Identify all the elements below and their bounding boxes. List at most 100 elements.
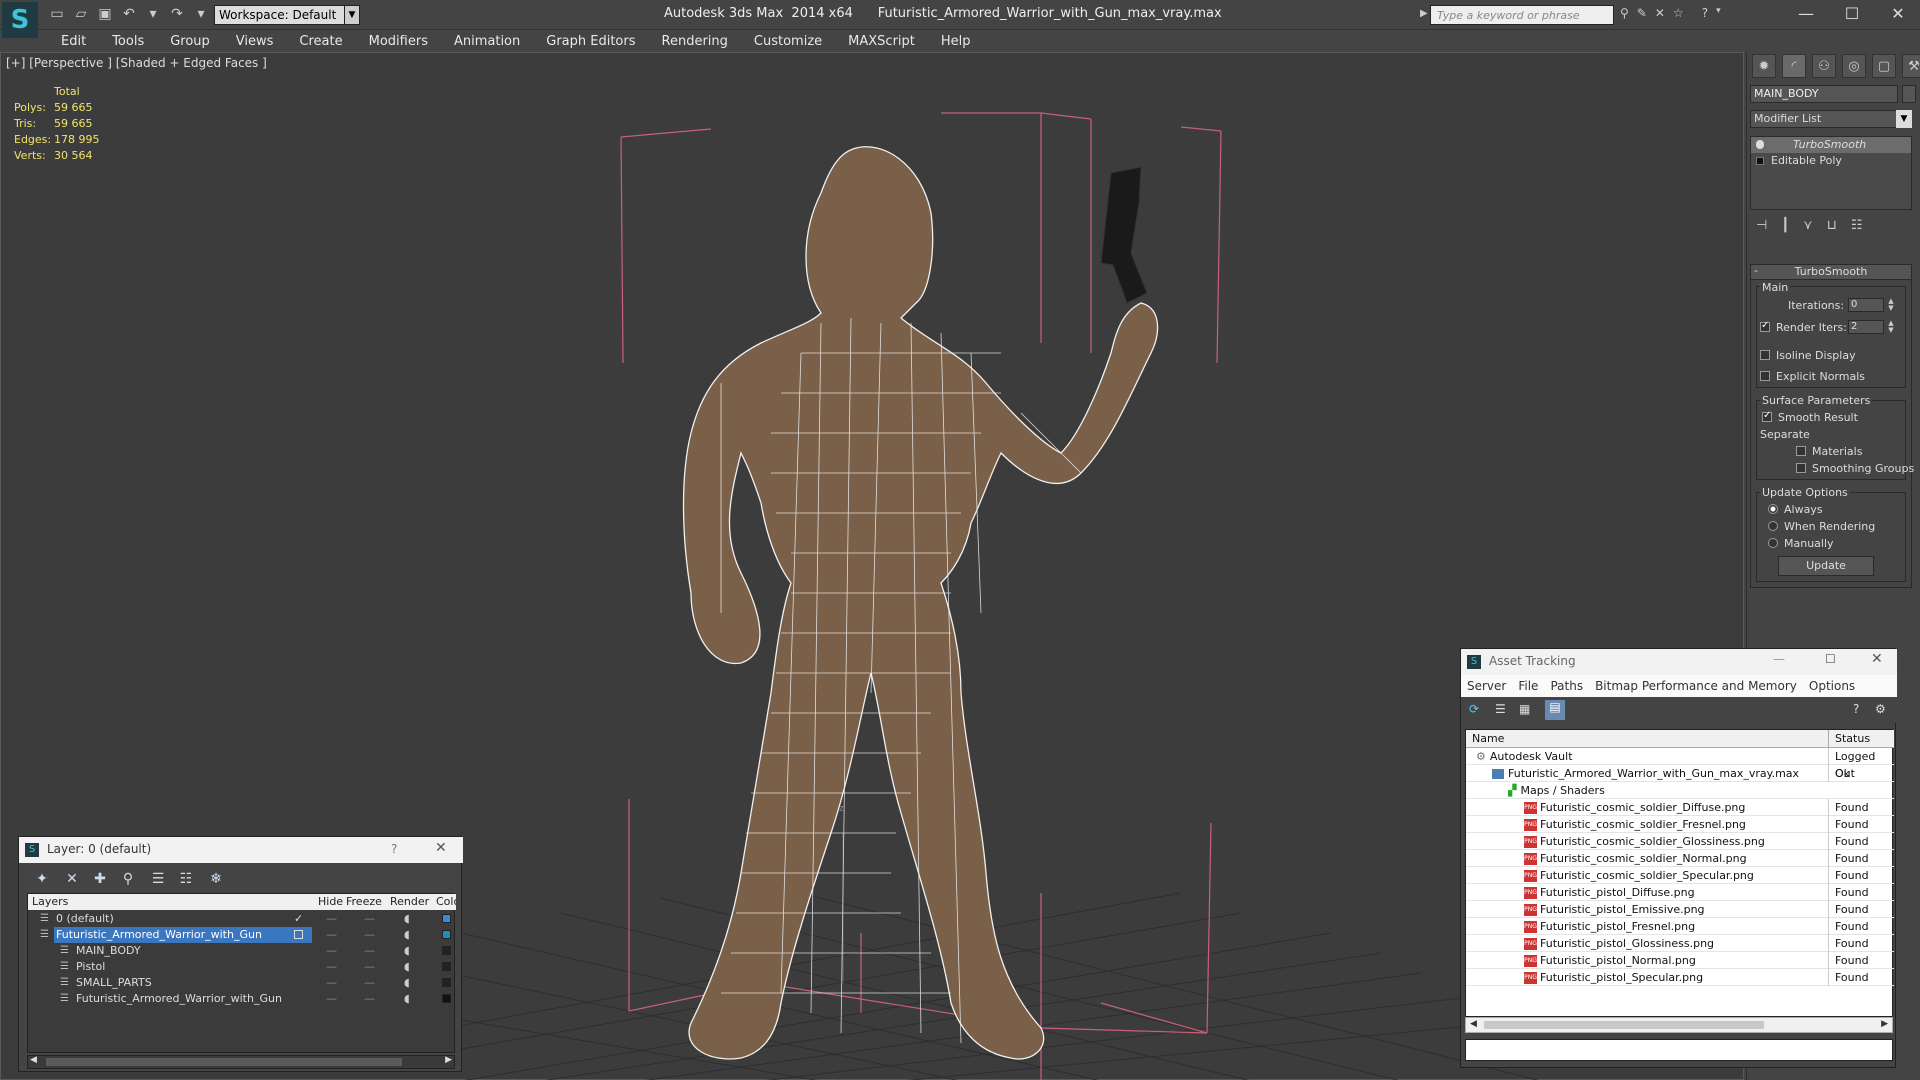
workspace-dropdown-icon[interactable]: ▼ [344, 5, 360, 25]
iterations-spin-arrows-icon[interactable]: ▲ ▼ [1886, 298, 1896, 312]
freeze-toggle-icon[interactable]: — [364, 943, 375, 959]
layer-row[interactable]: ☰ SMALL_PARTS — — ◖ [28, 975, 456, 991]
list-view-icon[interactable]: ☰ [1495, 702, 1506, 716]
redo-dropdown-icon[interactable]: ▾ [192, 5, 210, 23]
manually-radio[interactable] [1768, 538, 1778, 548]
smoothing-groups-checkbox[interactable] [1796, 463, 1806, 473]
menu-help[interactable]: Help [928, 34, 984, 49]
show-end-result-icon[interactable]: ┃ [1781, 218, 1789, 233]
asset-help-icon[interactable]: ? [1853, 702, 1859, 716]
hide-toggle-icon[interactable]: — [326, 927, 337, 943]
communication-icon[interactable]: ✕ [1655, 6, 1665, 20]
col-hide[interactable]: Hide [318, 895, 343, 908]
stack-item-editable-poly[interactable]: Editable Poly [1751, 153, 1911, 169]
render-teapot-icon[interactable]: ◖ [404, 943, 410, 959]
motion-tab-icon[interactable]: ◎ [1842, 54, 1866, 78]
close-button[interactable]: ✕ [1874, 0, 1920, 26]
subscription-icon[interactable]: ✎ [1637, 6, 1647, 20]
menu-edit[interactable]: Edit [48, 34, 99, 49]
render-iters-spin-arrows-icon[interactable]: ▲ ▼ [1886, 320, 1896, 334]
render-iters-checkbox[interactable] [1760, 320, 1770, 332]
hide-toggle-icon[interactable]: — [326, 943, 337, 959]
layers-horizontal-scrollbar[interactable]: ◀ ▶ [27, 1055, 455, 1069]
hide-toggle-icon[interactable]: — [326, 911, 337, 927]
favorites-star-icon[interactable]: ☆ [1673, 6, 1684, 20]
new-file-icon[interactable]: ▭ [48, 5, 66, 23]
render-teapot-icon[interactable]: ◖ [404, 975, 410, 991]
menu-customize[interactable]: Customize [741, 34, 835, 49]
menu-modifiers[interactable]: Modifiers [356, 34, 441, 49]
select-in-layer-icon[interactable]: ⚲ [117, 869, 139, 889]
minimize-button[interactable]: — [1782, 0, 1830, 26]
explicit-normals-checkbox[interactable] [1760, 371, 1770, 381]
hide-toggle-icon[interactable]: — [326, 991, 337, 1007]
table-view-icon[interactable]: ▤ [1545, 700, 1565, 720]
when-rendering-radio[interactable] [1768, 521, 1778, 531]
help-dropdown-icon[interactable]: ▾ [1716, 6, 1721, 20]
layer-color-swatch[interactable] [442, 962, 451, 971]
thumbnail-view-icon[interactable]: ▦ [1519, 702, 1530, 716]
asset-row[interactable]: Futuristic_Armored_Warrior_with_Gun_max_… [1466, 765, 1894, 782]
col-render[interactable]: Render [390, 895, 429, 908]
freeze-toggle-icon[interactable]: — [364, 959, 375, 975]
freeze-toggle-icon[interactable]: — [364, 911, 375, 927]
freeze-all-layers-icon[interactable]: ❄ [205, 869, 227, 889]
asset-path-field[interactable] [1465, 1039, 1893, 1061]
asset-scroll-left-icon[interactable]: ◀ [1470, 1019, 1477, 1029]
asset-row[interactable]: PNG Futuristic_cosmic_soldier_Glossiness.… [1466, 833, 1894, 850]
menu-create[interactable]: Create [286, 34, 355, 49]
asset-row[interactable]: PNG Futuristic_pistol_Glossiness.png Found [1466, 935, 1894, 952]
layer-color-swatch[interactable] [442, 994, 451, 1003]
asset-row[interactable]: PNG Futuristic_cosmic_soldier_Normal.png F… [1466, 850, 1894, 867]
highlight-layer-icon[interactable]: ☰ [147, 869, 169, 889]
render-teapot-icon[interactable]: ◖ [404, 959, 410, 975]
undo-icon[interactable]: ↶ [120, 5, 138, 23]
asset-settings-icon[interactable]: ⚙ [1875, 702, 1886, 716]
col-freeze[interactable]: Freeze [346, 895, 382, 908]
layer-row[interactable]: ☰ Pistol — — ◖ [28, 959, 456, 975]
lightbulb-icon[interactable] [1756, 140, 1764, 149]
configure-modifier-sets-icon[interactable]: ☷ [1851, 218, 1863, 233]
render-iters-spinner[interactable]: 2 [1848, 320, 1884, 334]
layer-row[interactable]: ☰ 0 (default) ✓ — — ◖ [28, 911, 456, 927]
menu-animation[interactable]: Animation [441, 34, 533, 49]
freeze-toggle-icon[interactable]: — [364, 975, 375, 991]
create-layer-icon[interactable]: ✦ [31, 869, 53, 889]
hide-toggle-icon[interactable]: — [326, 975, 337, 991]
scroll-left-icon[interactable]: ◀ [30, 1055, 37, 1065]
iterations-spinner[interactable]: 0 [1848, 298, 1884, 312]
refresh-icon[interactable]: ⟳ [1469, 702, 1479, 716]
save-icon[interactable]: ▣ [96, 5, 114, 23]
layer-color-swatch[interactable] [442, 930, 451, 939]
always-radio[interactable] [1768, 504, 1778, 514]
col-color[interactable]: Colo [436, 895, 456, 908]
warrior-model[interactable] [682, 146, 1159, 1060]
isoline-display-checkbox[interactable] [1760, 350, 1770, 360]
asset-maximize-icon[interactable]: ☐ [1825, 652, 1836, 666]
asset-menu-options[interactable]: Options [1803, 679, 1861, 693]
freeze-toggle-icon[interactable]: — [364, 927, 375, 943]
layer-color-swatch[interactable] [442, 946, 451, 955]
col-status[interactable]: Status [1828, 730, 1876, 748]
layer-row[interactable]: ☰ MAIN_BODY — — ◖ [28, 943, 456, 959]
render-teapot-icon[interactable]: ◖ [404, 927, 410, 943]
pin-stack-icon[interactable]: ⊣ [1756, 218, 1767, 233]
rollout-collapse-icon[interactable]: - [1754, 264, 1758, 277]
asset-row[interactable]: PNG Futuristic_pistol_Emissive.png Found [1466, 901, 1894, 918]
materials-checkbox[interactable] [1796, 446, 1806, 456]
update-button[interactable]: Update [1778, 556, 1874, 576]
layer-color-swatch[interactable] [442, 914, 451, 923]
help-icon[interactable]: ? [1702, 6, 1708, 20]
redo-icon[interactable]: ↷ [168, 5, 186, 23]
asset-row[interactable]: PNG Futuristic_cosmic_soldier_Diffuse.png… [1466, 799, 1894, 816]
asset-row[interactable]: PNG Futuristic_cosmic_soldier_Fresnel.png… [1466, 816, 1894, 833]
object-name-field[interactable]: MAIN_BODY [1750, 85, 1898, 103]
scroll-thumb[interactable] [46, 1058, 402, 1066]
menu-maxscript[interactable]: MAXScript [835, 34, 928, 49]
menu-graph-editors[interactable]: Graph Editors [533, 34, 648, 49]
asset-menu-bitmap[interactable]: Bitmap Performance and Memory [1589, 679, 1803, 693]
viewport-label[interactable]: [+] [Perspective ] [Shaded + Edged Faces… [6, 56, 267, 70]
menu-views[interactable]: Views [223, 34, 287, 49]
layers-help-icon[interactable]: ? [391, 842, 397, 856]
freeze-toggle-icon[interactable]: — [364, 991, 375, 1007]
